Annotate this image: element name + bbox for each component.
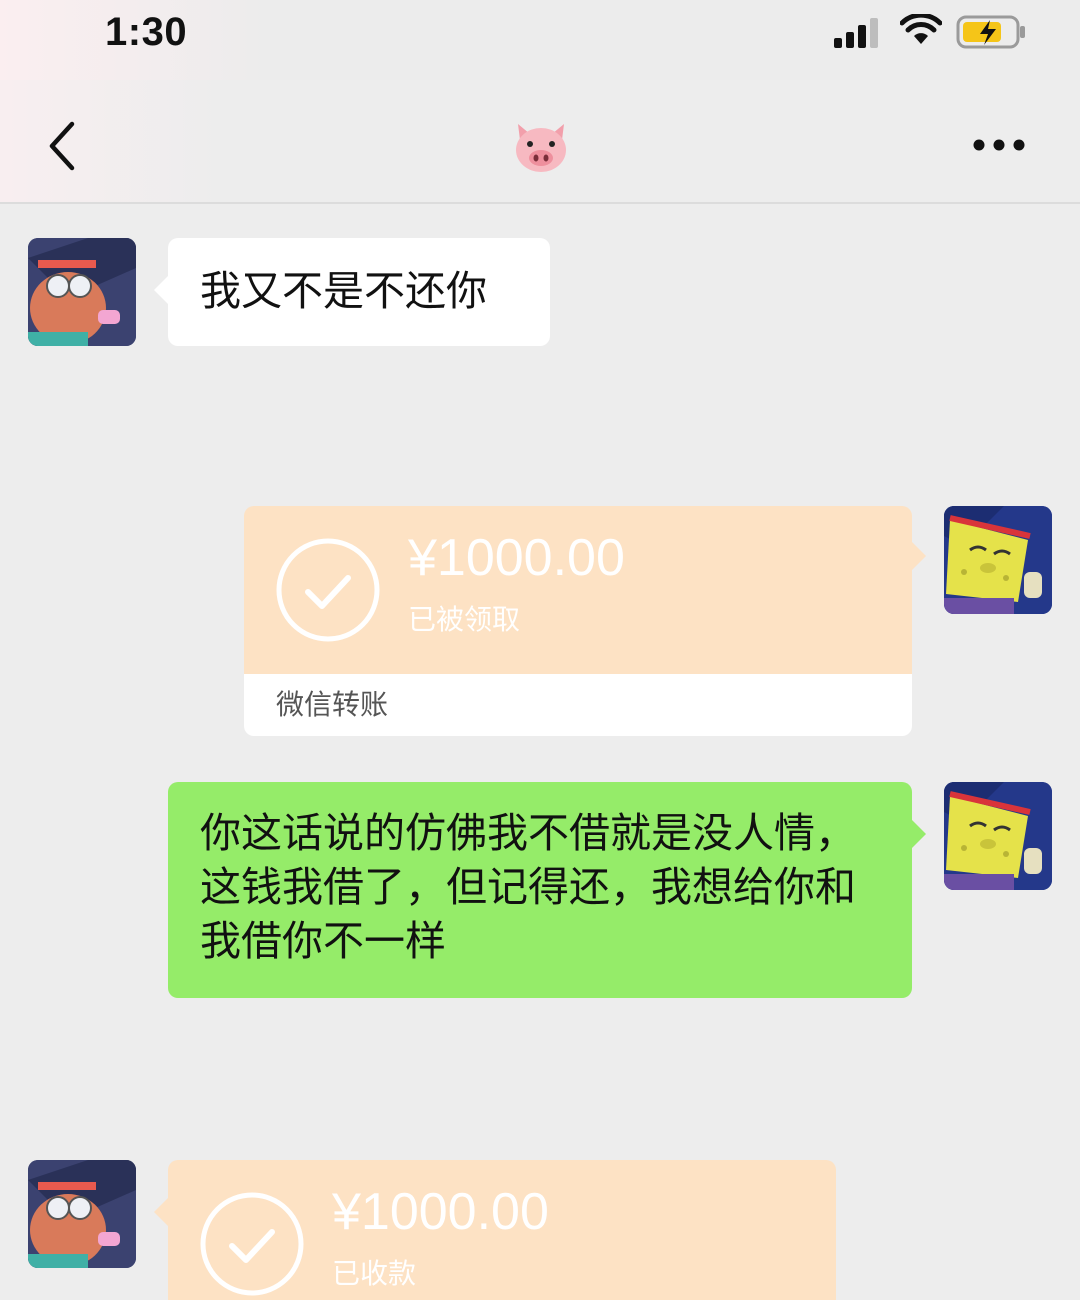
transfer-status: 已收款 — [332, 1257, 417, 1290]
status-bar: 1:30 — [0, 0, 1080, 80]
chevron-left-icon[interactable] — [40, 120, 84, 172]
contact-avatar[interactable] — [28, 1160, 136, 1268]
transfer-status: 已被领取 — [408, 603, 521, 636]
transfer-card-body: ¥1000.00 已被领取 — [244, 506, 912, 674]
self-avatar[interactable] — [944, 782, 1052, 890]
wifi-icon — [900, 14, 942, 44]
signal-icon — [834, 18, 878, 48]
transfer-card-outgoing[interactable]: ¥1000.00 已被领取 微信转账 — [244, 506, 912, 736]
more-dots-icon[interactable] — [972, 138, 1026, 152]
transfer-amount: ¥1000.00 — [332, 1183, 549, 1241]
check-circle-icon — [200, 1192, 304, 1296]
message-text: 我又不是不还你 — [200, 267, 487, 315]
transfer-card-body: ¥1000.00 已收款 — [168, 1160, 836, 1300]
message-bubble-outgoing[interactable]: 你这话说的仿佛我不借就是没人情，这钱我借了，但记得还，我想给你和我借你不一样 — [168, 782, 926, 998]
message-bubble-incoming[interactable]: 我又不是不还你 — [154, 238, 550, 346]
transfer-footer: 微信转账 — [244, 674, 912, 736]
battery-charging-icon — [956, 15, 1025, 49]
bubble-tail — [154, 1198, 168, 1226]
status-time: 1:30 — [105, 10, 188, 54]
transfer-amount: ¥1000.00 — [408, 529, 625, 587]
contact-avatar[interactable] — [28, 238, 136, 346]
self-avatar[interactable] — [944, 506, 1052, 614]
pig-face-icon — [516, 124, 566, 172]
transfer-card-incoming[interactable]: ¥1000.00 已收款 — [168, 1160, 836, 1300]
chat-nav-bar — [0, 80, 1080, 204]
message-text: 你这话说的仿佛我不借就是没人情，这钱我借了，但记得还，我想给你和我借你不一样 — [200, 809, 856, 965]
check-circle-icon — [276, 538, 380, 642]
bubble-tail — [912, 542, 926, 570]
